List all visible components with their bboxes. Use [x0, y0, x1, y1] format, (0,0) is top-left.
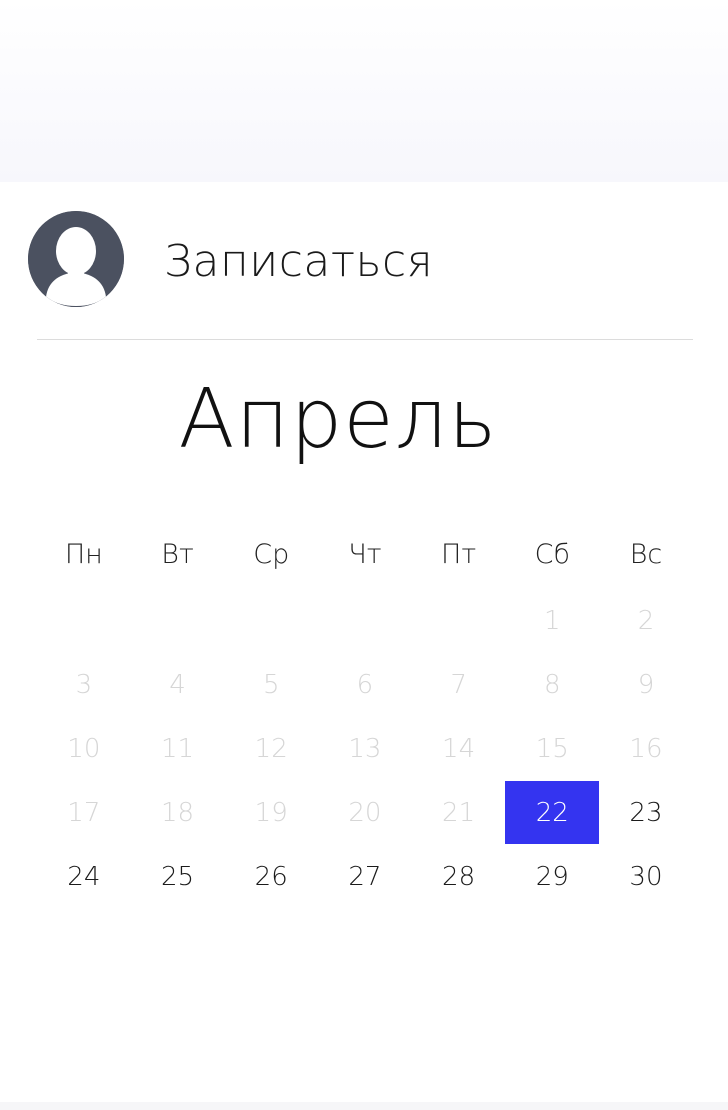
calendar-day[interactable]: 29 — [505, 845, 599, 908]
calendar-day[interactable]: 27 — [318, 845, 412, 908]
weekday-label: Вт — [161, 539, 194, 570]
weekday-header: Пн Вт Ср Чт Пт Сб Вс — [37, 535, 693, 575]
calendar-day: 19 — [254, 797, 288, 828]
calendar-day: 18 — [160, 797, 195, 828]
calendar-day[interactable]: 25 — [131, 845, 225, 908]
weekday-label: Чт — [348, 539, 382, 570]
calendar-day[interactable]: 26 — [224, 845, 318, 908]
calendar-day: 21 — [442, 797, 476, 828]
calendar-day: 5 — [262, 669, 280, 700]
calendar-day: 20 — [348, 797, 382, 828]
divider — [37, 339, 693, 340]
calendar-day: 6 — [356, 669, 374, 700]
user-avatar-icon — [28, 211, 124, 307]
calendar-day: 13 — [348, 733, 382, 764]
weekday-label: Пн — [64, 539, 103, 570]
calendar-day: 16 — [629, 733, 663, 764]
calendar-day: 17 — [67, 797, 101, 828]
weekday-label: Вс — [629, 539, 663, 570]
calendar-day: 14 — [442, 733, 476, 764]
calendar-day: 1 — [544, 605, 561, 636]
weekday-label: Сб — [534, 539, 570, 570]
calendar-day: 9 — [637, 669, 655, 700]
calendar-day[interactable]: 24 — [37, 845, 131, 908]
bottom-edge — [0, 1102, 728, 1110]
calendar-day: 7 — [450, 669, 467, 700]
calendar-day: 10 — [67, 733, 101, 764]
weekday-label: Ср — [253, 539, 290, 570]
calendar-day: 4 — [169, 669, 186, 700]
calendar-days-grid: 1 2 3 4 5 6 7 8 9 10 11 12 13 14 15 16 17 18 19 20 21 22 23 24 2… — [37, 589, 693, 909]
calendar-day[interactable]: 23 — [599, 781, 693, 844]
month-title: Апрель — [178, 372, 498, 467]
weekday-label: Пт — [441, 539, 477, 570]
calendar-day: 2 — [637, 605, 655, 636]
calendar-day: 15 — [535, 733, 569, 764]
calendar-day: 11 — [160, 733, 195, 764]
calendar-day: 3 — [75, 669, 93, 700]
signup-label[interactable]: Записаться — [164, 234, 433, 290]
calendar-day: 12 — [254, 733, 288, 764]
calendar-day-selected[interactable]: 22 — [505, 781, 600, 844]
calendar-day[interactable]: 28 — [412, 845, 506, 908]
top-header-band — [0, 0, 728, 182]
calendar-day: 8 — [544, 669, 561, 700]
signup-row[interactable]: Записаться — [0, 182, 728, 340]
calendar-day[interactable]: 30 — [599, 845, 693, 908]
